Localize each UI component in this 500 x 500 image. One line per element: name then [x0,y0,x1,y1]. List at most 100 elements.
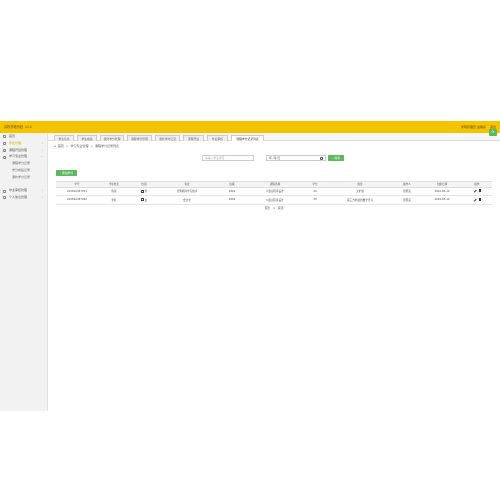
content-panel: ⌂ 首页 > 学习专业管理 > 课程学分记录列表 请输入学生学号 年 /月/日 ⌕ 搜索 … [48,141,500,411]
sidebar-item-label: 学分成绩记录 [12,167,31,172]
breadcrumb-separator: > [65,144,69,148]
chevron-down-icon: ⌄ [40,154,43,159]
sidebar: 首页 学生管理 › 课程开班管理 › 学习专业管理 ⌄ 课程学分记录 学分成绩记录 课… [0,133,48,411]
cell-gender: 男 [130,187,158,196]
app-title: 高校学籍系统 [4,125,24,129]
tab-course-credit-records[interactable]: 课程学分记录列表 [231,134,264,141]
chevron-right-icon: › [41,195,43,200]
sidebar-item-label: 毕业审核管理 [9,188,28,193]
cell-remark: 无扩展 [328,187,392,196]
home-icon [3,135,6,139]
gender-icon [140,189,144,193]
tab-graduation-review[interactable]: 毕业审核 [207,134,228,141]
pager-page[interactable]: 1 [273,206,275,210]
app-brand: 高校学籍系统 v1.0 [4,124,32,129]
id-icon [3,196,6,200]
sidebar-subitem-course-credits[interactable]: 课程学分记录 [0,160,47,167]
chevron-right-icon: › [41,147,43,152]
cell-remark: 第三方外语的数学学习 [328,195,392,205]
book-icon [3,148,6,152]
sidebar-item-students[interactable]: 学生管理 › [0,140,47,147]
cell-actions [462,195,492,205]
sidebar-item-profile[interactable]: 个人信息管理 › [0,194,47,201]
sidebar-item-home[interactable]: 首页 [0,133,47,140]
table-row: 201810457051 陈星 男 计算机科学与技术 1801 C语言程序设计 … [56,187,492,196]
cell-gender: 女 [130,195,158,205]
app-frame: 高校学籍系统 v1.0 学院管理员 金融系 退出 首页 学生管理 › 课程开班管理 ›… [0,121,500,411]
chevron-right-icon: › [41,188,43,193]
cell-actions [462,187,492,196]
cell-operator: 张晓英 [392,195,422,205]
credit-records-table: 学号 学生姓名 性别 专业 班级 课程名称 学分 备注 操作人 创建日期 操作 [56,181,492,205]
user-area[interactable]: 学院管理员 金融系 退出 [458,125,496,129]
cell-student-id: 201810457051 [56,187,98,196]
main-area: 学生信息 学生成绩 课外学分管理 课程学分管理 课外学分记录 课程开班 毕业审核… [48,129,500,411]
gender-icon [140,198,144,202]
user-icon [3,141,6,145]
table-row: 201810457052 李红 女 会计学 1802 C语言程序设计 30 第三… [56,195,492,205]
delete-icon[interactable] [478,189,482,193]
cell-credits: 30 [302,195,328,205]
pagination: 首页 1 尾页 [48,206,500,210]
folder-icon [3,155,6,159]
edit-icon[interactable] [472,197,477,202]
add-credit-label: 添加学分 [61,171,74,175]
refresh-button[interactable]: ⟳ [489,129,497,136]
pager-first[interactable]: 首页 [265,206,271,210]
date-value: 年 /月/日 [269,156,281,160]
cell-credits: 30 [302,187,328,196]
cell-created-date: 2022-05-14 [422,195,462,205]
cell-student-id: 201810457052 [56,195,98,205]
cell-operator: 张晓英 [392,187,422,196]
sidebar-subitem-scores[interactable]: 学分成绩记录 [0,167,47,174]
sidebar-item-courses[interactable]: 课程开班管理 › [0,147,47,154]
sidebar-item-graduation[interactable]: 毕业审核管理 › [0,187,47,194]
home-icon: ⌂ [54,144,56,148]
plus-icon: ‹ [59,171,62,175]
sidebar-item-label: 学习专业管理 [9,154,28,159]
edit-icon[interactable] [472,188,477,193]
tab-student-scores[interactable]: 学生成绩 [77,134,97,141]
search-button-label: 搜索 [334,156,341,160]
sidebar-item-label: 课程开班管理 [9,147,28,152]
app-version: v1.0 [25,125,33,129]
user-menu[interactable]: 退出 [490,125,496,129]
tab-course-classes[interactable]: 课程开班 [183,134,204,141]
chevron-right-icon: › [41,140,43,145]
tab-student-info[interactable]: 学生信息 [54,134,74,141]
tab-extra-credit-records[interactable]: 课外学分记录 [155,134,180,141]
cell-class: 1801 [216,187,248,196]
tab-course-credit-mgmt[interactable]: 课程学分管理 [127,134,152,141]
search-button[interactable]: ⌕ 搜索 [328,155,344,161]
breadcrumb-separator: > [90,144,93,148]
sidebar-item-majors[interactable]: 学习专业管理 ⌄ [0,153,47,160]
tab-extra-credit-mgmt[interactable]: 课外学分管理 [100,134,124,141]
sidebar-subitem-extra-credits[interactable]: 课外学分记录 [0,174,47,181]
sidebar-item-label: 学生管理 [9,140,22,145]
sidebar-item-label: 课程学分记录 [12,161,31,166]
tab-bar: 学生信息 学生成绩 课外学分管理 课程学分管理 课外学分记录 课程开班 毕业审核… [48,129,500,141]
sidebar-item-label: 首页 [9,134,16,138]
user-label[interactable]: 学院管理员 金融系 [461,125,486,129]
check-icon [3,189,6,193]
breadcrumb-majors[interactable]: 学习专业管理 [70,144,88,148]
cell-course: C语言程序设计 [248,195,302,205]
cell-major: 会计学 [158,195,216,205]
cell-major: 计算机科学与技术 [158,187,216,196]
student-id-search-input[interactable]: 请输入学生学号 [202,155,254,161]
add-credit-button[interactable]: ‹ 添加学分 [56,170,77,176]
cell-course: C语言程序设计 [248,187,302,196]
pager-last[interactable]: 尾页 [278,206,284,210]
breadcrumb-current: 课程学分记录列表 [94,144,119,148]
delete-icon[interactable] [478,197,482,201]
sidebar-item-label: 课外学分记录 [12,174,31,179]
breadcrumb-home[interactable]: 首页 [58,144,64,148]
cell-student-name: 陈星 [98,187,130,196]
calendar-icon[interactable] [320,157,323,160]
cell-class: 1802 [216,195,248,205]
cell-student-name: 李红 [98,195,130,205]
breadcrumb: ⌂ 首页 > 学习专业管理 > 课程学分记录列表 [54,144,121,148]
date-input[interactable]: 年 /月/日 [266,155,326,161]
cell-created-date: 2022-05-14 [422,187,462,196]
